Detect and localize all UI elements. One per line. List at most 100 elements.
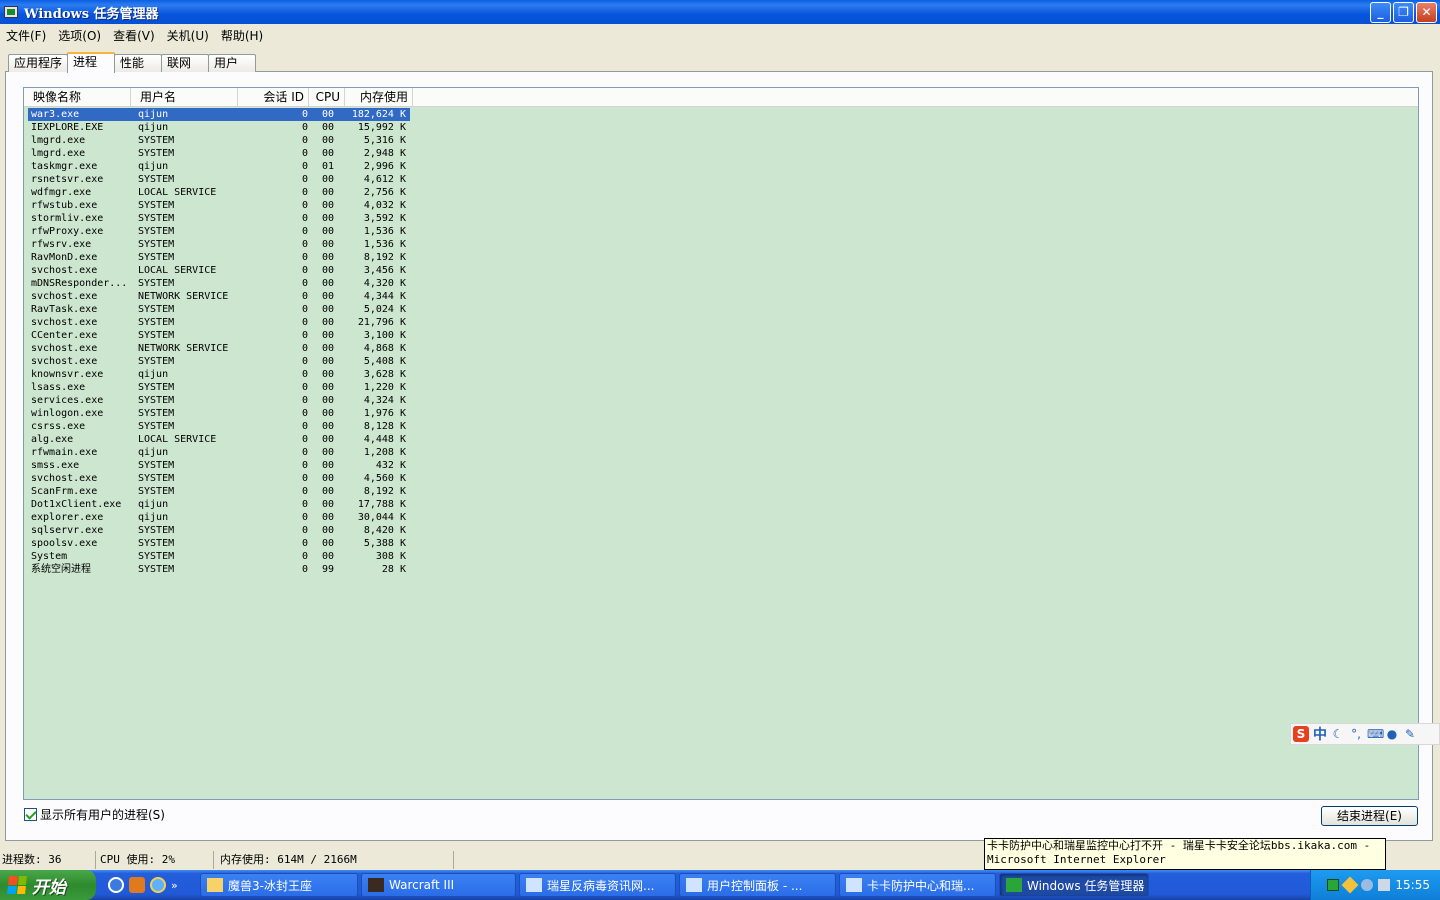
clock[interactable]: 15:55 [1395, 878, 1430, 892]
tab-networking[interactable]: 联网 [161, 54, 210, 72]
process-row[interactable]: svchost.exe SYSTEM 0 00 21,796 K [28, 316, 410, 329]
tray-volume-icon[interactable] [1378, 879, 1391, 891]
wrench-icon[interactable]: ✎ [1403, 727, 1417, 741]
menu-shutdown[interactable]: 关机(U) [161, 27, 215, 44]
process-row[interactable]: sqlservr.exe SYSTEM 0 00 8,420 K [28, 524, 410, 537]
tab-performance[interactable]: 性能 [114, 54, 163, 72]
folder-icon [207, 878, 223, 892]
user-icon[interactable]: ● [1385, 727, 1399, 741]
process-row[interactable]: lmgrd.exe SYSTEM 0 00 5,316 K [28, 134, 410, 147]
process-row[interactable]: lmgrd.exe SYSTEM 0 00 2,948 K [28, 147, 410, 160]
close-button[interactable]: ✕ [1416, 2, 1437, 23]
process-row[interactable]: svchost.exe SYSTEM 0 00 5,408 K [28, 355, 410, 368]
process-row[interactable]: spoolsv.exe SYSTEM 0 00 5,388 K [28, 537, 410, 550]
process-row[interactable]: 系统空闲进程 SYSTEM 0 99 28 K [28, 563, 410, 576]
process-cpu: 00 [321, 343, 334, 354]
process-user: LOCAL SERVICE [138, 265, 217, 276]
show-desktop-icon[interactable] [108, 877, 124, 893]
column-header-image-name[interactable]: 映像名称 [24, 88, 131, 107]
tab-applications[interactable]: 应用程序 [8, 54, 69, 72]
checkbox-checked-icon[interactable] [24, 808, 37, 821]
quick-launch-more-icon[interactable]: » [171, 879, 178, 892]
process-row[interactable]: RavMonD.exe SYSTEM 0 00 8,192 K [28, 251, 410, 264]
tray-antivirus-icon[interactable] [1361, 879, 1374, 891]
menu-help[interactable]: 帮助(H) [215, 27, 269, 44]
process-user: qijun [138, 109, 169, 120]
taskbar-button[interactable]: 用户控制面板 - ... [679, 873, 836, 897]
process-row[interactable]: wdfmgr.exe LOCAL SERVICE 0 00 2,756 K [28, 186, 410, 199]
process-user: SYSTEM [138, 395, 175, 406]
process-session-id: 0 [301, 356, 308, 367]
process-row[interactable]: services.exe SYSTEM 0 00 4,324 K [28, 394, 410, 407]
process-row[interactable]: rfwmain.exe qijun 0 00 1,208 K [28, 446, 410, 459]
process-row[interactable]: svchost.exe NETWORK SERVICE 0 00 4,868 K [28, 342, 410, 355]
taskbar-button[interactable]: Warcraft III [361, 873, 516, 897]
tab-users[interactable]: 用户 [208, 54, 257, 72]
sogou-s-icon[interactable]: S [1293, 726, 1309, 742]
process-row[interactable]: rsnetsvr.exe SYSTEM 0 00 4,612 K [28, 173, 410, 186]
process-row[interactable]: svchost.exe SYSTEM 0 00 4,560 K [28, 472, 410, 485]
process-row[interactable]: CCenter.exe SYSTEM 0 00 3,100 K [28, 329, 410, 342]
minimize-button[interactable]: _ [1370, 2, 1391, 23]
process-list[interactable]: 映像名称 用户名 会话 ID CPU 内存使用 war3.exe qijun 0 00… [23, 87, 1419, 800]
process-row[interactable]: mDNSResponder... SYSTEM 0 00 4,320 K [28, 277, 410, 290]
process-row[interactable]: lsass.exe SYSTEM 0 00 1,220 K [28, 381, 410, 394]
process-cpu: 00 [321, 512, 334, 523]
process-row[interactable]: System SYSTEM 0 00 308 K [28, 550, 410, 563]
process-cpu: 00 [321, 135, 334, 146]
process-row[interactable]: rfwstub.exe SYSTEM 0 00 4,032 K [28, 199, 410, 212]
process-row[interactable]: csrss.exe SYSTEM 0 00 8,128 K [28, 420, 410, 433]
column-header-memory[interactable]: 内存使用 [345, 88, 413, 107]
process-row[interactable]: Dot1xClient.exe qijun 0 00 17,788 K [28, 498, 410, 511]
shield-app-icon[interactable] [129, 877, 145, 893]
process-user: SYSTEM [138, 135, 175, 146]
process-row[interactable]: taskmgr.exe qijun 0 01 2,996 K [28, 160, 410, 173]
show-all-users-checkbox[interactable]: 显示所有用户的进程(S) [24, 806, 165, 823]
end-process-button[interactable]: 结束进程(E) [1321, 806, 1418, 826]
process-user: SYSTEM [138, 356, 175, 367]
taskbar-button[interactable]: 卡卡防护中心和瑞... [839, 873, 996, 897]
taskbar-button[interactable]: Windows 任务管理器 [999, 873, 1149, 897]
process-session-id: 0 [301, 421, 308, 432]
system-tray: 15:55 [1310, 870, 1440, 900]
process-row[interactable]: rfwsrv.exe SYSTEM 0 00 1,536 K [28, 238, 410, 251]
taskbar-button[interactable]: 魔兽3-冰封王座 [200, 873, 358, 897]
process-row[interactable]: alg.exe LOCAL SERVICE 0 00 4,448 K [28, 433, 410, 446]
ime-toolbar[interactable]: S 中 ☾ °, ⌨ ● ✎ [1290, 723, 1440, 745]
process-row[interactable]: rfwProxy.exe SYSTEM 0 00 1,536 K [28, 225, 410, 238]
process-row[interactable]: svchost.exe LOCAL SERVICE 0 00 3,456 K [28, 264, 410, 277]
keyboard-icon[interactable]: ⌨ [1367, 727, 1384, 741]
process-memory: 17,788 K [357, 499, 406, 510]
punctuation-icon[interactable]: °, [1349, 727, 1363, 741]
start-button[interactable]: 开始 [0, 870, 96, 900]
process-row[interactable]: stormliv.exe SYSTEM 0 00 3,592 K [28, 212, 410, 225]
process-user: SYSTEM [138, 278, 175, 289]
internet-explorer-icon[interactable] [150, 877, 166, 893]
process-memory: 4,612 K [363, 174, 406, 185]
process-row[interactable]: svchost.exe NETWORK SERVICE 0 00 4,344 K [28, 290, 410, 303]
process-user: SYSTEM [138, 564, 175, 575]
tab-processes[interactable]: 进程 [67, 52, 116, 73]
process-row[interactable]: ScanFrm.exe SYSTEM 0 00 8,192 K [28, 485, 410, 498]
column-header-cpu[interactable]: CPU [309, 88, 345, 107]
restore-button[interactable]: ❐ [1393, 2, 1414, 23]
half-width-moon-icon[interactable]: ☾ [1331, 727, 1345, 741]
process-row[interactable]: smss.exe SYSTEM 0 00 432 K [28, 459, 410, 472]
process-row[interactable]: RavTask.exe SYSTEM 0 00 5,024 K [28, 303, 410, 316]
process-user: SYSTEM [138, 551, 175, 562]
tray-taskmgr-icon[interactable] [1327, 879, 1340, 891]
process-row[interactable]: war3.exe qijun 0 00 182,624 K [28, 108, 410, 121]
tray-network-icon[interactable] [1341, 876, 1359, 894]
title-bar[interactable]: Windows 任务管理器 _ ❐ ✕ [0, 0, 1440, 24]
process-row[interactable]: knownsvr.exe qijun 0 00 3,628 K [28, 368, 410, 381]
column-header-user-name[interactable]: 用户名 [131, 88, 238, 107]
process-row[interactable]: explorer.exe qijun 0 00 30,044 K [28, 511, 410, 524]
process-row[interactable]: IEXPLORE.EXE qijun 0 00 15,992 K [28, 121, 410, 134]
menu-view[interactable]: 查看(V) [107, 27, 161, 44]
menu-file[interactable]: 文件(F) [0, 27, 52, 44]
ime-mode-indicator[interactable]: 中 [1313, 724, 1327, 744]
column-header-session-id[interactable]: 会话 ID [238, 88, 309, 107]
taskbar-button[interactable]: 瑞星反病毒资讯网... [519, 873, 676, 897]
process-row[interactable]: winlogon.exe SYSTEM 0 00 1,976 K [28, 407, 410, 420]
menu-options[interactable]: 选项(O) [52, 27, 107, 44]
